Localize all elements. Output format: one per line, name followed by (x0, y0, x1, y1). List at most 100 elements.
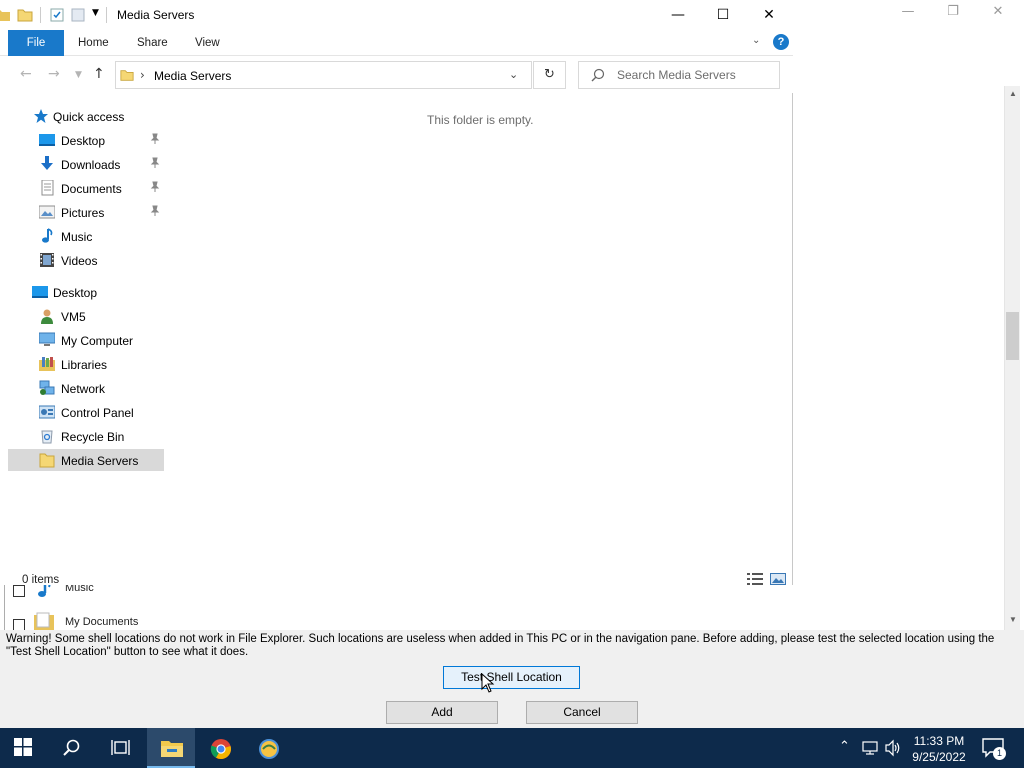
nav-item-quick-access[interactable]: Quick access (8, 105, 164, 127)
pin-icon[interactable] (149, 205, 161, 217)
nav-item-label: Quick access (53, 110, 125, 124)
tab-view[interactable]: View (195, 30, 220, 56)
list-item[interactable]: Music (9, 584, 309, 600)
back-arrow-icon[interactable]: ← (20, 66, 32, 82)
documents-icon (41, 180, 54, 196)
expand-ribbon-icon[interactable]: ⌄ (752, 35, 760, 46)
help-icon[interactable]: ? (773, 34, 789, 50)
window-title: Media Servers (117, 8, 195, 22)
details-view-icon[interactable] (747, 573, 763, 585)
forward-arrow-icon[interactable]: → (48, 66, 60, 82)
address-bar[interactable]: › Media Servers ⌄ (115, 61, 532, 89)
nav-item-pictures[interactable]: Pictures (8, 201, 164, 223)
maximize-button[interactable]: ☐ (700, 0, 746, 30)
navigation-bar: ← → ▼ ↑ › Media Servers ⌄ ↻ (0, 56, 793, 93)
pin-icon[interactable] (149, 181, 161, 193)
list-item-label: Music (65, 584, 94, 594)
desktop-icon (39, 134, 55, 146)
nav-item-my-computer[interactable]: My Computer (8, 329, 164, 351)
nav-item-vm5[interactable]: VM5 (8, 305, 164, 327)
new-folder-icon[interactable] (70, 7, 86, 23)
pin-icon[interactable] (149, 133, 161, 145)
chrome-taskbar-button[interactable] (196, 728, 244, 768)
scrollbar-thumb[interactable] (1006, 312, 1019, 360)
nav-item-label: Videos (61, 254, 98, 268)
nav-item-downloads[interactable]: Downloads (8, 153, 164, 175)
nav-item-desktop[interactable]: Desktop (8, 129, 164, 151)
dialog-close-button[interactable]: ✕ (983, 2, 1013, 22)
volume-icon[interactable] (885, 739, 901, 757)
notification-count-badge: 1 (993, 747, 1006, 760)
properties-icon[interactable] (49, 7, 65, 23)
tab-share[interactable]: Share (137, 30, 168, 56)
tab-file[interactable]: File (8, 30, 64, 56)
nav-item-recycle-bin[interactable]: Recycle Bin (8, 425, 164, 447)
search-button[interactable] (48, 728, 96, 768)
nav-item-videos[interactable]: Videos (8, 249, 164, 271)
start-button[interactable] (0, 728, 48, 768)
clock-date: 9/25/2022 (912, 750, 966, 764)
nav-item-music[interactable]: Music (8, 225, 164, 247)
scroll-up-icon[interactable]: ▲ (1005, 86, 1021, 102)
breadcrumb-chevron-icon[interactable]: › (140, 68, 145, 82)
up-arrow-icon[interactable]: ↑ (93, 66, 105, 82)
file-explorer-icon (161, 741, 183, 757)
control-panel-icon (39, 405, 55, 419)
search-icon (591, 68, 605, 82)
address-dropdown-icon[interactable]: ⌄ (509, 68, 518, 81)
cancel-button[interactable]: Cancel (526, 701, 638, 724)
file-explorer-taskbar-button[interactable] (147, 728, 195, 768)
pin-icon[interactable] (149, 157, 161, 169)
task-view-button[interactable] (96, 728, 144, 768)
nav-item-libraries[interactable]: Libraries (8, 353, 164, 375)
nav-item-label: Media Servers (61, 454, 139, 468)
search-input[interactable] (617, 67, 775, 83)
folder-icon (39, 453, 55, 468)
dialog-minimize-button[interactable]: — (893, 2, 923, 22)
music-icon (38, 584, 51, 597)
app-taskbar-button[interactable] (244, 728, 292, 768)
minimize-button[interactable]: — (655, 0, 701, 30)
scroll-down-icon[interactable]: ▼ (1005, 612, 1021, 628)
nav-item-documents[interactable]: Documents (8, 177, 164, 199)
nav-item-desktop-root[interactable]: Desktop (8, 281, 164, 303)
show-hidden-icons-chevron-icon[interactable]: ⌃ (839, 739, 855, 757)
list-item[interactable]: My Documents (9, 612, 309, 630)
close-button[interactable]: ✕ (746, 0, 792, 30)
explorer-titlebar: ▼ Media Servers — ☐ ✕ (0, 0, 793, 30)
navigation-pane: Quick access Desktop Downloads Documents… (8, 104, 164, 564)
refresh-button[interactable]: ↻ (533, 61, 566, 89)
nav-item-label: Desktop (61, 134, 106, 148)
recycle-bin-icon (41, 430, 53, 444)
breadcrumb-media-servers[interactable]: Media Servers (154, 69, 231, 83)
dialog-restore-button[interactable]: ❐ (938, 2, 968, 22)
user-icon (41, 309, 53, 324)
clock-time: 11:33 PM (913, 734, 965, 748)
libraries-icon (39, 357, 55, 371)
recent-locations-chevron-icon[interactable]: ▼ (75, 70, 82, 80)
tab-home[interactable]: Home (78, 30, 109, 56)
large-icons-view-icon[interactable] (770, 573, 786, 585)
customize-toolbar-icon[interactable]: ▼ (92, 8, 99, 18)
add-button[interactable]: Add (386, 701, 498, 724)
dialog-vertical-scrollbar[interactable]: ▲ ▼ (1004, 86, 1020, 630)
nav-item-label: Desktop (53, 286, 98, 300)
search-icon (63, 739, 80, 756)
search-box[interactable] (578, 61, 780, 89)
system-clock[interactable]: 11:33 PM 9/25/2022 (906, 733, 972, 765)
folder-icon (120, 70, 134, 81)
folder-icon (17, 9, 33, 22)
nav-item-network[interactable]: Network (8, 377, 164, 399)
nav-item-media-servers[interactable]: Media Servers (8, 449, 164, 471)
nav-item-control-panel[interactable]: Control Panel (8, 401, 164, 423)
list-item-checkbox[interactable] (13, 585, 25, 597)
test-shell-location-button[interactable]: Test Shell Location (443, 666, 580, 689)
ribbon-tabs: File Home Share View ⌄ ? (0, 30, 793, 56)
list-item-label: My Documents (65, 616, 139, 628)
dialog-location-list[interactable]: Music My Documents (4, 584, 1004, 630)
nav-item-label: Libraries (61, 358, 108, 372)
documents-folder-icon (34, 612, 54, 630)
list-item-checkbox[interactable] (13, 619, 25, 630)
separator (40, 7, 41, 23)
network-tray-icon[interactable] (862, 739, 878, 757)
